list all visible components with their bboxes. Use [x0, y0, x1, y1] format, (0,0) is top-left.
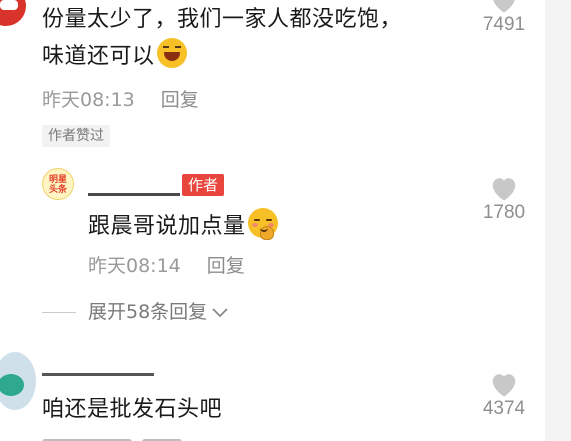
reply-button[interactable]: 回复 — [161, 89, 199, 111]
reply-like-button[interactable]: 1780 — [472, 174, 536, 224]
heart-icon — [492, 374, 516, 397]
like-button[interactable]: 7491 — [472, 0, 536, 36]
expand-replies-label: 展开58条回复 — [88, 301, 208, 323]
avatar-text-line1: 明星 — [48, 175, 67, 185]
scrollbar-track[interactable] — [545, 0, 571, 441]
heart-icon — [492, 178, 516, 201]
reply-meta: 昨天08:14 回复 — [88, 254, 245, 278]
reply-avatar[interactable]: 明星 头条 — [42, 168, 74, 200]
user-avatar[interactable] — [0, 0, 26, 26]
masked-username-third — [42, 357, 154, 376]
reply-text-content: 跟晨哥说加点量 — [88, 214, 246, 239]
user-avatar-third[interactable] — [0, 352, 36, 410]
chevron-down-icon — [212, 308, 228, 318]
masked-username — [88, 179, 180, 196]
laughing-face-icon — [156, 38, 187, 68]
third-like-count: 4374 — [482, 398, 526, 419]
avatar-text-line2: 头条 — [48, 185, 67, 195]
heart-icon — [493, 0, 515, 13]
comment-text: 份量太少了，我们一家人都没吃饱， 味道还可以 — [42, 2, 402, 75]
comment-text-line1: 份量太少了，我们一家人都没吃饱， — [42, 7, 403, 32]
reply-like-count: 1780 — [482, 202, 526, 223]
third-comment-text: 咱还是批发石头吧 — [42, 397, 223, 422]
author-liked-badge: 作者赞过 — [42, 125, 110, 147]
reply-reply-button[interactable]: 回复 — [207, 255, 245, 277]
reply-time: 昨天08:14 — [88, 255, 181, 277]
comment-meta: 昨天08:13 回复 — [42, 88, 199, 112]
divider-line — [42, 312, 76, 313]
comment-section: 份量太少了，我们一家人都没吃饱， 味道还可以 昨天08:13 回复 作者赞过 74… — [0, 0, 571, 441]
shy-face-icon — [247, 208, 278, 240]
third-like-button[interactable]: 4374 — [472, 370, 536, 420]
comment-text-line2: 味道还可以 — [42, 44, 155, 69]
reply-text: 跟晨哥说加点量 — [88, 208, 278, 245]
like-count: 7491 — [482, 14, 526, 35]
author-tag: 作者 — [182, 174, 225, 196]
comment-time: 昨天08:13 — [42, 89, 135, 111]
third-comment-meta-cut — [42, 434, 282, 441]
expand-replies-button[interactable]: 展开58条回复 — [42, 300, 229, 324]
